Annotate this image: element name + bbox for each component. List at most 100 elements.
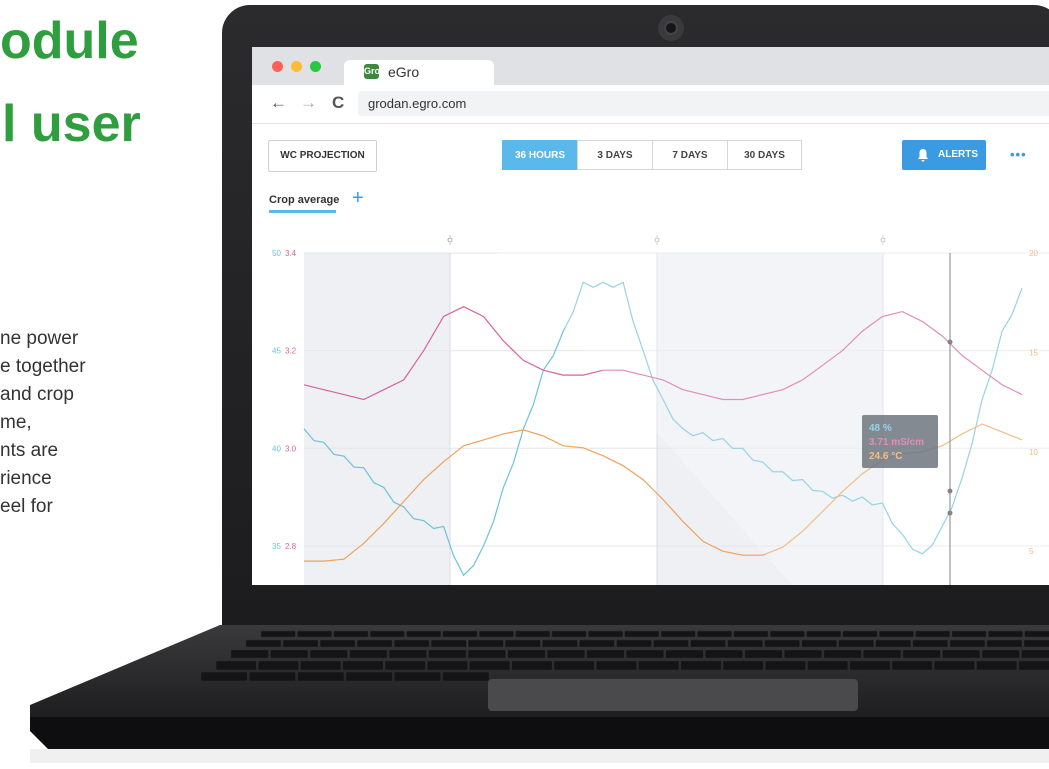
keyboard-key[interactable] xyxy=(1024,630,1049,638)
keyboard-key[interactable] xyxy=(638,660,680,671)
keyboard-key[interactable] xyxy=(546,649,585,659)
keyboard-key[interactable] xyxy=(588,630,623,638)
keyboard-key[interactable] xyxy=(863,649,902,659)
keyboard-key[interactable] xyxy=(1023,639,1049,648)
keyboard-key[interactable] xyxy=(393,639,430,648)
keyboard-key[interactable] xyxy=(986,639,1023,648)
keyboard-key[interactable] xyxy=(342,660,384,671)
keyboard-key[interactable] xyxy=(282,639,319,648)
keyboard-key[interactable] xyxy=(912,639,949,648)
keyboard-key[interactable] xyxy=(934,660,975,671)
keyboard-key[interactable] xyxy=(270,649,309,659)
keyboard-key[interactable] xyxy=(1018,660,1049,671)
range-7-days-button[interactable]: 7 DAYS xyxy=(652,140,728,170)
keyboard-key[interactable] xyxy=(430,639,467,648)
keyboard-key[interactable] xyxy=(319,639,356,648)
keyboard-key[interactable] xyxy=(722,660,764,671)
keyboard-key[interactable] xyxy=(823,649,862,659)
keyboard-key[interactable] xyxy=(801,639,837,648)
keyboard-key[interactable] xyxy=(705,649,744,659)
keyboard-key[interactable] xyxy=(406,630,442,638)
keyboard-key[interactable] xyxy=(981,649,1020,659)
alerts-button[interactable]: ALERTS xyxy=(902,140,986,170)
keyboard-key[interactable] xyxy=(807,660,849,671)
keyboard-key[interactable] xyxy=(1021,649,1049,659)
keyboard-key[interactable] xyxy=(467,649,506,659)
keyboard-key[interactable] xyxy=(624,630,660,638)
minimize-window-icon[interactable] xyxy=(291,61,302,72)
keyboard-key[interactable] xyxy=(596,660,637,671)
more-options-icon[interactable]: ••• xyxy=(1010,140,1027,170)
keyboard-key[interactable] xyxy=(765,660,806,671)
keyboard-key[interactable] xyxy=(349,649,388,659)
keyboard-key[interactable] xyxy=(542,639,578,648)
keyboard-key[interactable] xyxy=(230,649,269,659)
keyboard-key[interactable] xyxy=(245,639,282,648)
keyboard-key[interactable] xyxy=(769,630,805,638)
keyboard-key[interactable] xyxy=(384,660,426,671)
keyboard-key[interactable] xyxy=(680,660,722,671)
keyboard-key[interactable] xyxy=(915,630,951,638)
keyboard-key[interactable] xyxy=(369,630,405,638)
keyboard-key[interactable] xyxy=(468,639,504,648)
range-3-days-button[interactable]: 3 DAYS xyxy=(577,140,653,170)
keyboard-key[interactable] xyxy=(976,660,1018,671)
wc-projection-button[interactable]: WC PROJECTION xyxy=(268,140,377,172)
keyboard-key[interactable] xyxy=(215,660,257,671)
keyboard-key[interactable] xyxy=(300,660,342,671)
keyboard-key[interactable] xyxy=(297,630,333,638)
keyboard-key[interactable] xyxy=(949,639,986,648)
keyboard-key[interactable] xyxy=(842,630,878,638)
keyboard-key[interactable] xyxy=(665,649,704,659)
keyboard-key[interactable] xyxy=(507,649,546,659)
keyboard-key[interactable] xyxy=(878,630,914,638)
keyboard-key[interactable] xyxy=(345,671,393,682)
keyboard-key[interactable] xyxy=(902,649,941,659)
maximize-window-icon[interactable] xyxy=(310,61,321,72)
keyboard-key[interactable] xyxy=(442,630,478,638)
keyboard-key[interactable] xyxy=(553,660,595,671)
keyboard-key[interactable] xyxy=(838,639,874,648)
keyboard-key[interactable] xyxy=(942,649,981,659)
trackpad[interactable] xyxy=(488,679,858,711)
keyboard-key[interactable] xyxy=(988,630,1023,638)
keyboard-key[interactable] xyxy=(511,660,553,671)
keyboard-key[interactable] xyxy=(469,660,511,671)
keyboard-key[interactable] xyxy=(690,639,726,648)
keyboard-key[interactable] xyxy=(625,649,664,659)
keyboard-key[interactable] xyxy=(505,639,541,648)
browser-tab[interactable]: Gro eGro xyxy=(344,60,494,85)
keyboard-key[interactable] xyxy=(394,671,441,682)
keyboard-key[interactable] xyxy=(356,639,393,648)
forward-arrow-icon[interactable]: → xyxy=(300,93,317,113)
keyboard-key[interactable] xyxy=(653,639,689,648)
keyboard-key[interactable] xyxy=(478,630,514,638)
keyboard-key[interactable] xyxy=(258,660,299,671)
keyboard-key[interactable] xyxy=(806,630,842,638)
keyboard-key[interactable] xyxy=(784,649,823,659)
keyboard-key[interactable] xyxy=(697,630,733,638)
keyboard-key[interactable] xyxy=(388,649,427,659)
keyboard-key[interactable] xyxy=(551,630,587,638)
range-36-hours-button[interactable]: 36 HOURS xyxy=(502,140,578,170)
keyboard-key[interactable] xyxy=(616,639,652,648)
keyboard-key[interactable] xyxy=(260,630,296,638)
url-field[interactable]: grodan.egro.com xyxy=(358,91,1049,116)
keyboard-key[interactable] xyxy=(428,649,467,659)
keyboard-key[interactable] xyxy=(875,639,912,648)
keyboard-key[interactable] xyxy=(849,660,891,671)
keyboard-key[interactable] xyxy=(427,660,468,671)
keyboard-key[interactable] xyxy=(249,671,296,682)
keyboard-key[interactable] xyxy=(297,671,345,682)
keyboard-key[interactable] xyxy=(660,630,696,638)
range-30-days-button[interactable]: 30 DAYS xyxy=(727,140,802,170)
keyboard-key[interactable] xyxy=(442,671,490,682)
close-window-icon[interactable] xyxy=(272,61,283,72)
keyboard-key[interactable] xyxy=(951,630,987,638)
keyboard-key[interactable] xyxy=(744,649,783,659)
keyboard-key[interactable] xyxy=(733,630,769,638)
keyboard-key[interactable] xyxy=(586,649,625,659)
keyboard-key[interactable] xyxy=(515,630,551,638)
reload-icon[interactable]: C xyxy=(332,93,344,113)
keyboard-key[interactable] xyxy=(333,630,369,638)
